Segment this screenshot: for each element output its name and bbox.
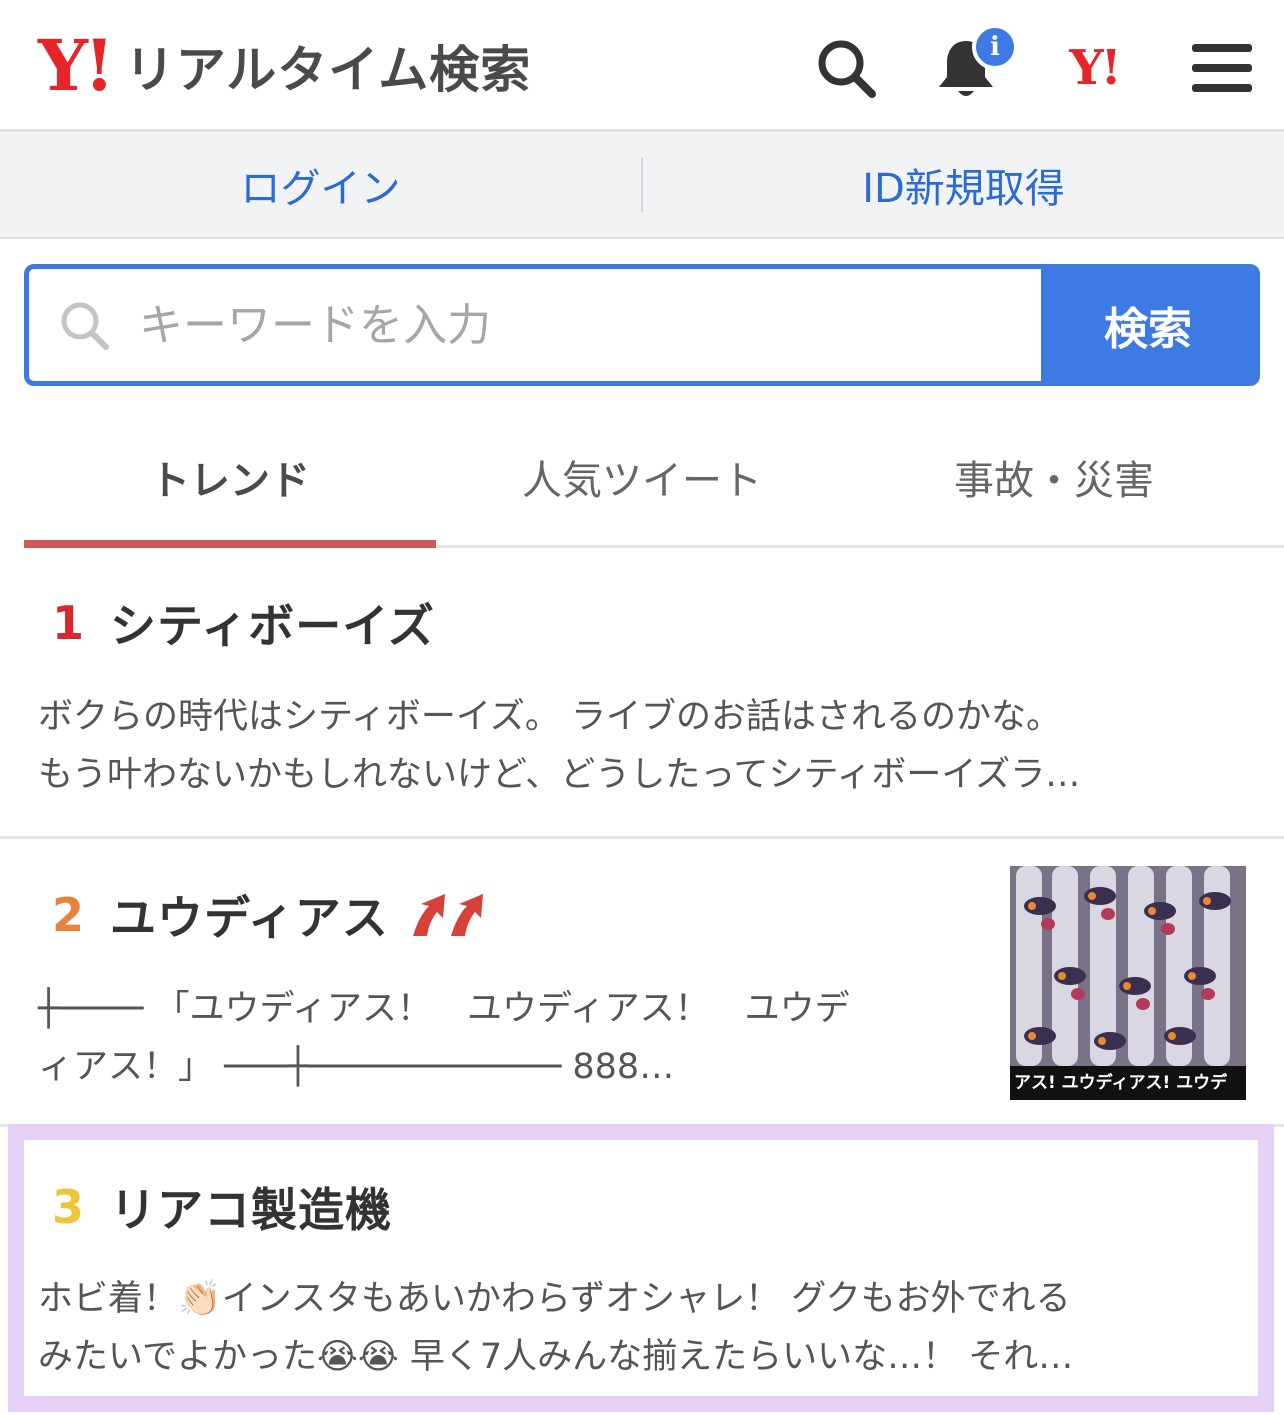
trend-title[interactable]: シティボーイズ xyxy=(110,590,435,656)
logo-service-name: リアルタイム検索 xyxy=(124,41,532,99)
search-input[interactable] xyxy=(139,269,1041,381)
trend-heading: 3 リアコ製造機 xyxy=(52,1174,392,1240)
rising-arrows-icon xyxy=(409,892,493,938)
notification-bell-button[interactable]: i xyxy=(930,24,1018,104)
search-button[interactable]: 検索 xyxy=(1041,269,1255,381)
snippet-line: もう叶わないかもしれないけど、どうしたってシティボーイズラ… xyxy=(38,755,1081,795)
category-tabs: トレンド 人気ツイート 事故・災害 xyxy=(24,408,1284,548)
account-bar: ログイン ID新規取得 xyxy=(0,132,1284,239)
yahoo-small-logo: Y! xyxy=(1069,40,1121,96)
snippet-line: ホビ着！👏🏻インスタもあいかわらずオシャレ！ グクもお外でれる xyxy=(38,1279,1071,1319)
snippet-line: ィアス！」 ───┼──────────── 888… xyxy=(38,1047,675,1087)
thumbnail-caption: アス! ユウディアス! ユウデ xyxy=(1010,1066,1246,1100)
trend-title[interactable]: リアコ製造機 xyxy=(110,1174,392,1240)
login-link[interactable]: ログイン xyxy=(0,132,641,237)
app-header: Y! リアルタイム検索 i Y! xyxy=(0,0,1284,132)
search-field-icon xyxy=(29,269,139,381)
trend-heading: 1 シティボーイズ xyxy=(52,590,435,656)
rank-number: 2 xyxy=(52,888,85,942)
trend-heading: 2 ユウディアス xyxy=(52,882,493,948)
yahoo-logo-icon[interactable]: Y! xyxy=(1058,32,1130,104)
tab-accidents-disasters[interactable]: 事故・災害 xyxy=(848,408,1260,545)
tab-trend[interactable]: トレンド xyxy=(24,408,436,548)
yahoo-logo-mark: Y! xyxy=(38,24,115,107)
info-badge: i xyxy=(972,24,1018,70)
trend-snippet: ホビ着！👏🏻インスタもあいかわらずオシャレ！ グクもお外でれる みたいでよかった… xyxy=(38,1270,1073,1386)
trend-snippet: ボクらの時代はシティボーイズ。 ライブのお話はされるのかな。 もう叶わないかもし… xyxy=(38,688,1080,804)
rank-number: 1 xyxy=(52,596,85,650)
search-icon[interactable] xyxy=(810,32,882,104)
snippet-line: みたいでよかった😭😭 早く7人みんな揃えたらいいな…！ それ… xyxy=(38,1337,1074,1377)
yahoo-realtime-logo[interactable]: Y! リアルタイム検索 xyxy=(38,24,531,108)
trend-snippet: ┼──── 「ユウディアス！ ユウディアス！ ユウデ ィアス！」 ───┼───… xyxy=(38,980,850,1096)
signup-link[interactable]: ID新規取得 xyxy=(643,132,1284,237)
item-divider xyxy=(0,836,1284,839)
trend-thumbnail[interactable]: アス! ユウディアス! ユウデ xyxy=(1010,866,1246,1100)
tab-popular-tweets[interactable]: 人気ツイート xyxy=(436,408,848,545)
trend-title[interactable]: ユウディアス xyxy=(110,882,389,948)
rank-number: 3 xyxy=(52,1180,85,1234)
search-bar: 検索 xyxy=(24,264,1260,386)
menu-icon[interactable] xyxy=(1186,32,1258,104)
snippet-line: ボクらの時代はシティボーイズ。 ライブのお話はされるのかな。 xyxy=(38,697,1061,737)
snippet-line: ┼──── 「ユウディアス！ ユウディアス！ ユウデ xyxy=(38,989,850,1029)
crowd-illustration xyxy=(1010,866,1246,1066)
